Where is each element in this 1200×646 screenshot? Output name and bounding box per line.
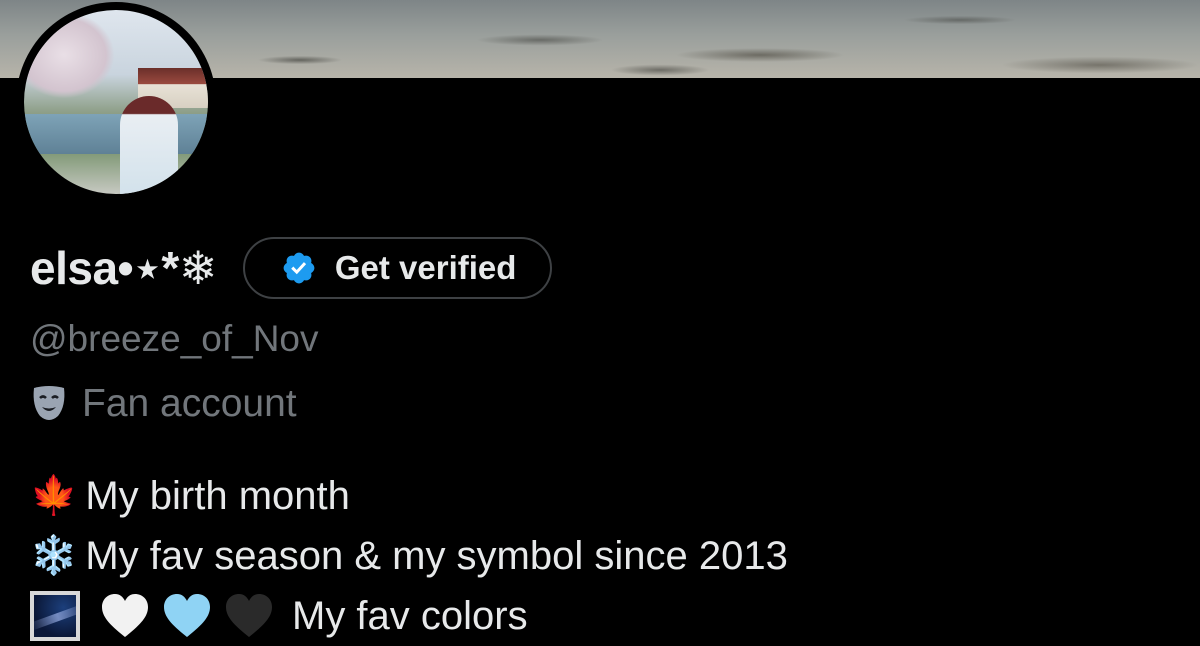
- bio-line-birth-month: 🍁 My birth month: [30, 466, 788, 526]
- light-blue-heart-icon: [164, 594, 210, 637]
- profile-avatar[interactable]: [16, 2, 216, 202]
- name-row: elsa•⋆*❄ Get verified: [30, 236, 553, 300]
- bio-line-fav-colors: My fav colors: [30, 586, 788, 646]
- profile-category: Fan account: [30, 382, 297, 426]
- get-verified-button[interactable]: Get verified: [242, 237, 553, 299]
- get-verified-label: Get verified: [334, 249, 517, 286]
- theater-mask-icon: [33, 386, 65, 420]
- bio-text-fav-colors: My fav colors: [292, 593, 528, 638]
- bio-text-fav-season: My fav season & my symbol since 2013: [85, 533, 788, 578]
- profile-handle: @breeze_of_Nov: [30, 318, 319, 359]
- avatar-photo: [24, 10, 208, 194]
- milky-way-icon: [30, 591, 80, 641]
- maple-leaf-icon: 🍁: [30, 475, 78, 517]
- bio-line-fav-season: ❄️ My fav season & my symbol since 2013: [30, 526, 788, 586]
- white-heart-icon: [102, 594, 148, 637]
- bio-text-birth-month: My birth month: [85, 473, 350, 518]
- snowflake-icon: ❄️: [30, 535, 78, 577]
- black-heart-icon: [226, 594, 272, 637]
- display-name: elsa•⋆*❄: [30, 242, 217, 294]
- verified-badge-icon: [283, 252, 315, 284]
- category-label: Fan account: [82, 382, 297, 425]
- profile-bio: 🍁 My birth month ❄️ My fav season & my s…: [30, 466, 788, 646]
